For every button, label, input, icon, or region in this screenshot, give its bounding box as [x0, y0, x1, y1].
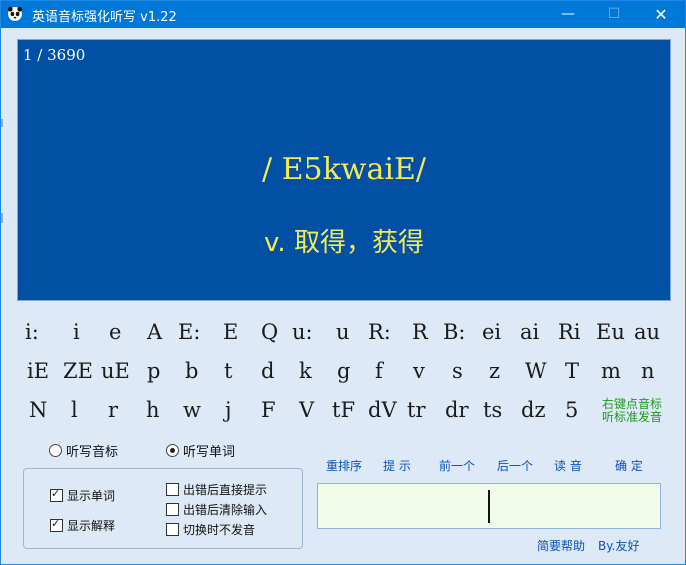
meaning-text: v. 取得，获得	[264, 228, 424, 258]
show-meaning-label: 显示解释	[67, 519, 116, 533]
symbol-key[interactable]: B:	[443, 320, 466, 344]
checkbox-checked-icon	[50, 487, 63, 502]
panda-icon	[7, 6, 23, 21]
right-click-hint: 右键点音标 听标准发音	[602, 398, 662, 424]
symbol-key[interactable]: t	[224, 359, 232, 383]
show-meaning-checkbox[interactable]: 显示解释	[50, 517, 115, 534]
clear-on-error-label: 出错后清除输入	[183, 503, 268, 517]
symbol-key[interactable]: v	[413, 359, 425, 383]
symbol-key[interactable]: i	[73, 320, 80, 344]
window-title: 英语音标强化听写 v1.22	[32, 10, 177, 25]
checkbox-unchecked-icon	[166, 483, 179, 496]
symbol-key[interactable]: E:	[178, 320, 200, 344]
symbol-key[interactable]: R	[412, 320, 428, 344]
symbol-key[interactable]: F	[261, 398, 276, 422]
minimize-button[interactable]: —	[545, 1, 591, 28]
reorder-button[interactable]: 重排序	[326, 457, 362, 474]
symbol-key[interactable]: z	[489, 359, 500, 383]
symbol-key[interactable]: tr	[407, 398, 425, 422]
word-display-panel: 1 / 3690 / E5kwaiE/ v. 取得，获得	[17, 39, 671, 301]
show-word-checkbox[interactable]: 显示单词	[50, 487, 115, 504]
symbol-key[interactable]: d	[261, 359, 274, 383]
previous-button[interactable]: 前一个	[439, 457, 475, 474]
symbol-key[interactable]: W	[525, 359, 547, 383]
author-link[interactable]: By.友好	[598, 537, 639, 554]
checkbox-checked-icon	[50, 517, 63, 532]
symbol-key[interactable]: tF	[332, 398, 355, 422]
symbol-key[interactable]: dV	[368, 398, 397, 422]
mode-word-label: 听写单词	[183, 445, 236, 460]
symbol-key[interactable]: 5	[565, 398, 578, 422]
radio-checked-icon	[166, 444, 179, 457]
symbol-key[interactable]: V	[299, 398, 314, 422]
symbol-key[interactable]: n	[641, 359, 655, 383]
symbol-key[interactable]: ZE	[63, 359, 93, 383]
symbol-key[interactable]: j	[225, 398, 232, 422]
show-word-label: 显示单词	[67, 489, 116, 503]
mute-on-switch-label: 切换时不发音	[183, 523, 256, 537]
mute-on-switch-checkbox[interactable]: 切换时不发音	[166, 521, 255, 538]
app-window: 英语音标强化听写 v1.22 — ☐ ✕ 1 / 3690 / E5kwaiE/…	[0, 0, 686, 565]
phonetic-text: / E5kwaiE/	[262, 152, 426, 187]
answer-input[interactable]	[317, 483, 661, 529]
symbol-key[interactable]: dz	[521, 398, 546, 422]
symbol-key[interactable]: ts	[483, 398, 502, 422]
hint-on-error-checkbox[interactable]: 出错后直接提示	[166, 481, 267, 498]
symbol-key[interactable]: e	[109, 320, 121, 344]
mode-phonetic-radio[interactable]: 听写音标	[49, 441, 118, 460]
symbol-key[interactable]: T	[565, 359, 579, 383]
checkbox-unchecked-icon	[166, 523, 179, 536]
symbol-key[interactable]: u:	[292, 320, 313, 344]
symbol-key[interactable]: h	[146, 398, 160, 422]
symbol-key[interactable]: A	[147, 320, 162, 344]
symbol-key[interactable]: Q	[261, 320, 278, 344]
hint-line-2: 听标准发音	[602, 410, 663, 424]
clear-on-error-checkbox[interactable]: 出错后清除输入	[166, 501, 267, 518]
checkbox-unchecked-icon	[166, 503, 179, 516]
word-counter: 1 / 3690	[23, 46, 86, 64]
mode-word-radio[interactable]: 听写单词	[166, 441, 235, 460]
confirm-button[interactable]: 确 定	[615, 457, 643, 474]
symbol-key[interactable]: p	[147, 359, 160, 383]
symbol-key[interactable]: uE	[101, 359, 130, 383]
symbol-key[interactable]: E	[223, 320, 238, 344]
symbol-key[interactable]: u	[336, 320, 350, 344]
edge-mark	[1, 119, 3, 127]
mode-phonetic-label: 听写音标	[66, 445, 119, 460]
read-aloud-button[interactable]: 读 音	[554, 457, 582, 474]
symbol-key[interactable]: f	[375, 359, 383, 383]
radio-unchecked-icon	[49, 444, 62, 457]
symbol-key[interactable]: l	[71, 398, 78, 422]
hint-on-error-label: 出错后直接提示	[183, 483, 268, 497]
symbol-key[interactable]: R:	[368, 320, 391, 344]
text-caret	[488, 490, 490, 523]
next-button[interactable]: 后一个	[497, 457, 533, 474]
symbol-key[interactable]: r	[108, 398, 118, 422]
symbol-key[interactable]: N	[29, 398, 47, 422]
hint-button[interactable]: 提 示	[383, 457, 411, 474]
help-link[interactable]: 简要帮助	[537, 537, 585, 554]
symbol-key[interactable]: Eu	[596, 320, 625, 344]
symbol-key[interactable]: dr	[445, 398, 468, 422]
symbol-key[interactable]: s	[452, 359, 463, 383]
symbol-key[interactable]: w	[183, 398, 201, 422]
symbol-key[interactable]: Ri	[558, 320, 581, 344]
symbol-key[interactable]: k	[299, 359, 312, 383]
title-bar[interactable]: 英语音标强化听写 v1.22 — ☐ ✕	[1, 1, 685, 28]
symbol-key[interactable]: ai	[520, 320, 539, 344]
symbol-key[interactable]: ei	[482, 320, 501, 344]
maximize-button[interactable]: ☐	[591, 1, 637, 28]
symbol-key[interactable]: au	[634, 320, 660, 344]
symbol-key[interactable]: i:	[25, 320, 39, 344]
symbol-key[interactable]: m	[601, 359, 621, 383]
edge-mark	[1, 213, 3, 223]
close-button[interactable]: ✕	[638, 1, 684, 28]
symbol-key[interactable]: g	[337, 359, 350, 383]
symbol-key[interactable]: iE	[27, 359, 49, 383]
symbol-key[interactable]: b	[185, 359, 198, 383]
